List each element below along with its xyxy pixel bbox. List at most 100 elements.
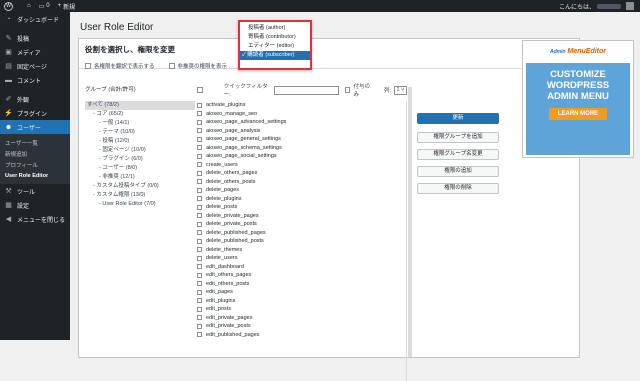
group-item[interactable]: - テーマ (10/0): [85, 128, 195, 137]
capability-checkbox[interactable]: [197, 298, 202, 304]
capability-row[interactable]: edit_private_posts: [197, 322, 403, 331]
capability-checkbox[interactable]: [197, 323, 202, 329]
capability-checkbox[interactable]: [197, 255, 202, 261]
role-select-dropdown[interactable]: 投稿者 (author) 寄稿者 (contributor) エディター (ed…: [238, 20, 312, 70]
show-deprecated-option[interactable]: 非推奨の権限を表示: [168, 62, 227, 70]
capability-row[interactable]: delete_themes: [197, 246, 403, 255]
capability-checkbox[interactable]: [197, 281, 202, 287]
sidebar-item-settings[interactable]: ▦ 設定: [0, 198, 70, 212]
capability-row[interactable]: edit_others_pages: [197, 271, 403, 280]
capability-row[interactable]: edit_posts: [197, 305, 403, 314]
capability-checkbox[interactable]: [197, 221, 202, 227]
capability-row[interactable]: delete_others_pages: [197, 169, 403, 178]
sidebar-item-plugins[interactable]: ⚡ プラグイン: [0, 106, 70, 120]
capability-row[interactable]: aioseo_page_general_settings: [197, 135, 403, 144]
capability-checkbox[interactable]: [197, 145, 202, 151]
sidebar-item-comments[interactable]: ▬ コメント: [0, 73, 70, 87]
capability-row[interactable]: delete_published_pages: [197, 229, 403, 238]
group-item[interactable]: - ユーザー (8/0): [85, 164, 195, 173]
group-item[interactable]: - 一般 (14/1): [85, 119, 195, 128]
add-role-button[interactable]: 権限グループを追加: [417, 132, 499, 143]
capability-row[interactable]: aioseo_page_analysis: [197, 127, 403, 136]
capability-row[interactable]: delete_pages: [197, 186, 403, 195]
capability-row[interactable]: delete_private_posts: [197, 220, 403, 229]
capability-checkbox[interactable]: [197, 230, 202, 236]
capability-row[interactable]: edit_private_pages: [197, 314, 403, 323]
sidebar-item-posts[interactable]: ✎ 投稿: [0, 31, 70, 45]
account-menu[interactable]: こんにちは、: [559, 2, 634, 11]
group-item[interactable]: - User Role Editor (7/0): [85, 200, 195, 209]
comments-button[interactable]: ▭ 0: [39, 3, 50, 10]
quick-filter-input[interactable]: [273, 85, 339, 95]
sidebar-item-users[interactable]: ☻ ユーザー: [0, 120, 70, 134]
sidebar-item-dashboard[interactable]: ◔ ダッシュボード: [0, 12, 70, 26]
new-content-button[interactable]: + 新規: [58, 2, 76, 11]
role-option-author[interactable]: 投稿者 (author): [240, 24, 310, 33]
capability-checkbox[interactable]: [197, 204, 202, 210]
capability-row[interactable]: delete_posts: [197, 203, 403, 212]
role-option-subscriber[interactable]: ✓ 購読者 (subscriber): [240, 51, 310, 60]
capability-row[interactable]: activate_plugins: [197, 101, 403, 110]
group-item[interactable]: - 投稿 (12/0): [85, 137, 195, 146]
capability-checkbox[interactable]: [197, 238, 202, 244]
columns-select[interactable]: 1 ˅: [393, 85, 407, 95]
capability-checkbox[interactable]: [197, 162, 202, 168]
capability-row[interactable]: edit_plugins: [197, 297, 403, 306]
capability-checkbox[interactable]: [197, 136, 202, 142]
capability-checkbox[interactable]: [197, 187, 202, 193]
capability-row[interactable]: edit_pages: [197, 288, 403, 297]
group-item[interactable]: - カスタム投稿タイプ (0/0): [85, 182, 195, 191]
capability-row[interactable]: aioseo_page_social_settings: [197, 152, 403, 161]
sidebar-item-media[interactable]: ▣ メディア: [0, 45, 70, 59]
group-item[interactable]: - コア (65/2): [85, 110, 195, 119]
capability-checkbox[interactable]: [197, 111, 202, 117]
submenu-item-profile[interactable]: プロフィール: [0, 159, 70, 170]
capability-row[interactable]: delete_plugins: [197, 195, 403, 204]
granted-only-checkbox[interactable]: [344, 87, 351, 93]
capability-checkbox[interactable]: [197, 306, 202, 312]
learn-more-button[interactable]: LEARN MORE: [549, 108, 607, 120]
group-item[interactable]: - プラグイン (6/0): [85, 155, 195, 164]
capability-checkbox[interactable]: [197, 170, 202, 176]
role-option-editor[interactable]: エディター (editor): [240, 42, 310, 51]
group-item[interactable]: - 固定ページ (10/0): [85, 146, 195, 155]
rename-role-button[interactable]: 権限グループ名変更: [417, 149, 499, 160]
sidebar-item-pages[interactable]: ▤ 固定ページ: [0, 59, 70, 73]
show-caps-checkbox[interactable]: [85, 63, 91, 69]
capability-row[interactable]: delete_others_posts: [197, 178, 403, 187]
sidebar-item-collapse[interactable]: ◀ メニューを閉じる: [0, 212, 70, 226]
add-capability-button[interactable]: 権限の追加: [417, 166, 499, 177]
capability-checkbox[interactable]: [197, 128, 202, 134]
sidebar-item-tools[interactable]: ⚒ ツール: [0, 184, 70, 198]
capability-checkbox[interactable]: [197, 264, 202, 270]
capability-row[interactable]: aioseo_page_schema_settings: [197, 144, 403, 153]
capability-checkbox[interactable]: [197, 213, 202, 219]
capability-row[interactable]: aioseo_page_advanced_settings: [197, 118, 403, 127]
capability-row[interactable]: aioseo_manage_seo: [197, 110, 403, 119]
capability-row[interactable]: edit_dashboard: [197, 263, 403, 272]
update-button[interactable]: 更新: [417, 113, 499, 124]
capability-checkbox[interactable]: [197, 332, 202, 338]
capability-row[interactable]: delete_private_pages: [197, 212, 403, 221]
show-caps-translated-option[interactable]: 各権限を翻訳で表示する: [85, 62, 155, 70]
capability-checkbox[interactable]: [197, 102, 202, 108]
group-item[interactable]: - 非推奨 (12/1): [85, 173, 195, 182]
group-item[interactable]: - カスタム権限 (13/0): [85, 191, 195, 200]
role-option-contributor[interactable]: 寄稿者 (contributor): [240, 33, 310, 42]
submenu-item-user-role-editor[interactable]: User Role Editor: [0, 170, 70, 181]
sidebar-item-appearance[interactable]: ✐ 外観: [0, 92, 70, 106]
capability-row[interactable]: edit_published_pages: [197, 331, 403, 340]
capability-checkbox[interactable]: [197, 196, 202, 202]
capability-checkbox[interactable]: [197, 179, 202, 185]
site-home-button[interactable]: ⌂: [27, 3, 31, 9]
capability-checkbox[interactable]: [197, 247, 202, 253]
submenu-item-all-users[interactable]: ユーザー一覧: [0, 137, 70, 148]
group-item[interactable]: すべて (78/2): [85, 101, 195, 110]
wp-logo-button[interactable]: W: [0, 1, 19, 11]
capability-row[interactable]: delete_published_posts: [197, 237, 403, 246]
capability-checkbox[interactable]: [197, 272, 202, 278]
admin-menu-editor-ad[interactable]: Admin MenuEditor CUSTOMIZE WORDPRESS ADM…: [522, 40, 634, 158]
capability-checkbox[interactable]: [197, 315, 202, 321]
select-all-checkbox[interactable]: [197, 87, 203, 93]
delete-capability-button[interactable]: 権限の削除: [417, 183, 499, 194]
